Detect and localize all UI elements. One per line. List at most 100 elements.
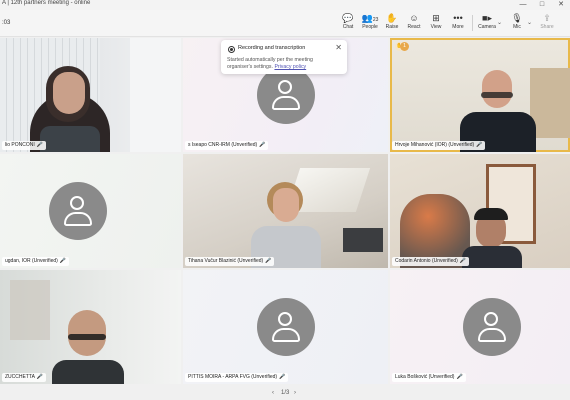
mic-icon: 🎤 <box>476 142 483 148</box>
avatar-body-icon <box>272 96 300 110</box>
notification-title: Recording and transcription <box>238 45 306 51</box>
mic-options-chevron-icon[interactable]: ⌄ <box>527 19 532 26</box>
more-button[interactable]: ••• More <box>447 12 469 34</box>
avatar-body-icon <box>478 328 506 342</box>
person-face <box>53 72 85 114</box>
person-glasses <box>481 92 513 98</box>
share-button[interactable]: ⇪ Share <box>536 12 558 34</box>
view-label: View <box>430 24 442 30</box>
maximize-button[interactable]: □ <box>533 0 551 10</box>
mic-icon: 🎤 <box>265 258 272 264</box>
avatar-body-icon <box>64 212 92 226</box>
background-monitor <box>343 228 383 252</box>
participant-tile[interactable]: Luka Bošković (Unverified) 🎤 <box>390 270 570 384</box>
react-label: React <box>407 24 421 30</box>
camera-icon: ■▸ <box>482 13 492 23</box>
person-face <box>273 188 299 222</box>
people-icon: 👥23 <box>361 13 379 23</box>
grid-view-icon: ⊞ <box>432 13 440 23</box>
person-face <box>482 70 512 108</box>
participant-name-tag: ugdan, IOR (Unverified) 🎤 <box>2 257 70 266</box>
participant-name: Luka Bošković (Unverified) <box>395 374 455 380</box>
mic-button[interactable]: 🎙 Mic <box>506 12 528 34</box>
mic-icon: 🎤 <box>59 258 67 264</box>
person-shirt <box>40 126 100 152</box>
more-label: More <box>452 24 464 30</box>
person-face <box>68 310 106 356</box>
privacy-policy-link[interactable]: Privacy policy <box>274 64 306 70</box>
window-title: A | 12th partners meeting - online <box>2 0 91 6</box>
people-label: People <box>362 24 378 30</box>
avatar <box>257 298 315 356</box>
participant-tile[interactable]: Codarin Antonio (Unverified) 🎤 <box>390 154 570 268</box>
video-grid: lio PONCONI 🎤 s Iseapo CNR-IRM (Unverifie… <box>0 38 570 388</box>
close-window-button[interactable]: ✕ <box>552 0 570 10</box>
participant-name-tag: lio PONCONI 🎤 <box>2 141 46 150</box>
participant-tile[interactable]: Tihana Vučur Blazinić (Unverified) 🎤 <box>183 154 388 268</box>
camera-options-chevron-icon[interactable]: ⌄ <box>497 19 502 26</box>
participant-name: s Iseapo CNR-IRM (Unverified) <box>188 142 258 148</box>
raise-label: Raise <box>385 24 399 30</box>
person-shirt <box>52 360 124 384</box>
mic-icon: 🎤 <box>259 142 266 148</box>
participant-name-tag: Luka Bošković (Unverified) 🎤 <box>392 373 466 382</box>
participant-name-tag: Hrvoje Mihanović (IOR) (Unverified) 🎤 <box>392 141 486 150</box>
mic-icon: 🎤 <box>459 258 467 264</box>
mic-icon: 🎤 <box>456 374 463 380</box>
avatar-head-icon <box>484 312 498 326</box>
mic-icon: 🎤 <box>279 374 286 380</box>
person-glasses <box>68 334 106 340</box>
more-icon: ••• <box>453 13 463 23</box>
smiley-icon: ☺ <box>409 13 419 23</box>
person-headset <box>474 208 508 220</box>
blurred-background <box>10 280 50 340</box>
chat-icon: 💬 <box>342 13 354 23</box>
participant-tile[interactable]: ugdan, IOR (Unverified) 🎤 <box>0 154 181 268</box>
camera-label: Camera <box>478 24 496 30</box>
participant-name: ugdan, IOR (Unverified) <box>5 258 58 264</box>
participant-tile[interactable]: lio PONCONI 🎤 <box>0 38 181 152</box>
participant-name-tag: ZUCCHETTA 🎤 <box>2 373 47 382</box>
hand-icon: ✋ <box>386 13 398 23</box>
gallery-pager: ‹ 1/3 › <box>0 388 570 400</box>
participant-tile-active-speaker[interactable]: ✋ 1 Hrvoje Mihanović (IOR) (Unverified)🎤 <box>390 38 570 152</box>
mic-muted-icon: 🎙 <box>511 13 523 23</box>
avatar-body-icon <box>272 328 300 342</box>
mic-icon: 🎤 <box>36 374 44 380</box>
camera-button[interactable]: ■▸ Camera <box>476 12 498 34</box>
window-titlebar: A | 12th partners meeting - online — □ ✕ <box>0 0 570 10</box>
participant-name-tag: PITTIS MOIRA - ARPA FVG (Unverified) 🎤 <box>185 373 289 382</box>
people-count: 23 <box>372 17 379 23</box>
chat-label: Chat <box>342 24 354 30</box>
background-wall <box>130 38 181 152</box>
meeting-timer: :03 <box>2 20 11 26</box>
page-indicator: 1/3 <box>281 390 290 396</box>
view-button[interactable]: ⊞ View <box>425 12 447 34</box>
recording-icon <box>228 46 235 53</box>
next-page-button[interactable]: › <box>294 390 296 396</box>
raise-hand-button[interactable]: ✋ Raise <box>381 12 403 34</box>
people-button[interactable]: 👥23 People <box>359 12 381 34</box>
participant-name: Hrvoje Mihanović (IOR) (Unverified) <box>395 142 475 148</box>
minimize-button[interactable]: — <box>514 0 532 10</box>
participant-tile[interactable]: PITTIS MOIRA - ARPA FVG (Unverified) 🎤 <box>183 270 388 384</box>
person-shirt <box>462 246 522 268</box>
participant-name-tag: s Iseapo CNR-IRM (Unverified) 🎤 <box>185 141 269 150</box>
participant-tile[interactable]: ZUCCHETTA 🎤 <box>0 270 181 384</box>
mic-label: Mic <box>513 24 521 30</box>
share-icon: ⇪ <box>543 13 551 23</box>
react-button[interactable]: ☺ React <box>403 12 425 34</box>
background-shelf <box>530 68 570 138</box>
participant-name-tag: Tihana Vučur Blazinić (Unverified) 🎤 <box>185 257 275 266</box>
participant-name: ZUCCHETTA <box>5 374 35 380</box>
reaction-badge: 1 <box>400 42 409 51</box>
avatar-head-icon <box>278 312 292 326</box>
previous-page-button[interactable]: ‹ <box>272 390 274 396</box>
participant-name: Codarin Antonio (Unverified) <box>395 258 458 264</box>
avatar <box>463 298 521 356</box>
chat-button[interactable]: 💬 Chat <box>337 12 359 34</box>
close-notification-button[interactable]: ✕ <box>335 43 342 52</box>
participant-name-tag: Codarin Antonio (Unverified) 🎤 <box>392 257 470 266</box>
participant-name: lio PONCONI <box>5 142 35 148</box>
participant-name: Tihana Vučur Blazinić (Unverified) <box>188 258 264 264</box>
